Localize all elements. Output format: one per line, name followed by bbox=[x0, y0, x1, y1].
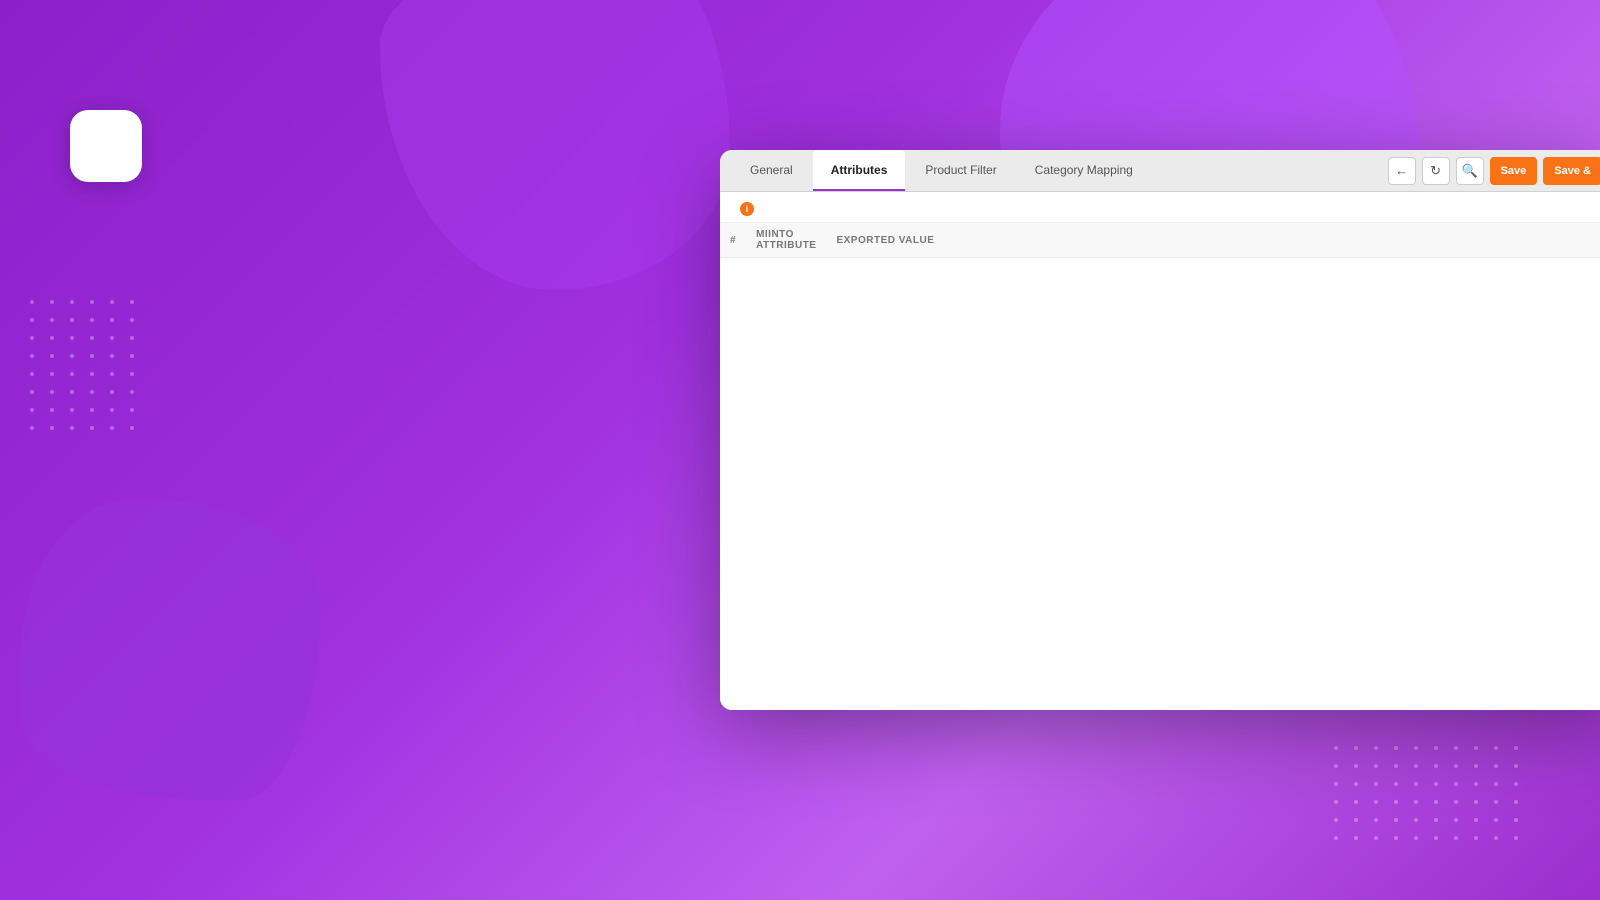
table-title: i bbox=[734, 202, 754, 216]
refresh-button[interactable]: ↻ bbox=[1422, 157, 1450, 185]
left-panel bbox=[70, 110, 610, 214]
search-button[interactable]: 🔍 bbox=[1456, 157, 1484, 185]
attribute-table: # Miinto Attribute Exported Value bbox=[720, 223, 1600, 258]
save-and-button[interactable]: Save & bbox=[1543, 157, 1600, 185]
tabs-bar: General Attributes Product Filter Catego… bbox=[720, 150, 1600, 192]
dot-grid-left: const dg = document.querySelector('.dots… bbox=[30, 300, 136, 430]
col-miinto: Miinto Attribute bbox=[746, 223, 826, 258]
blob-2 bbox=[20, 500, 320, 800]
col-num: # bbox=[720, 223, 746, 258]
dot-grid-right: const dg2 = document.querySelector('.dot… bbox=[1334, 746, 1520, 840]
logo-box bbox=[70, 110, 142, 182]
main-content: i # Miinto Attribute Exported Value bbox=[720, 192, 1600, 710]
tab-actions: ← ↻ 🔍 Save Save & bbox=[1388, 150, 1600, 191]
tab-attributes[interactable]: Attributes bbox=[813, 150, 906, 191]
info-icon: i bbox=[740, 202, 754, 216]
back-button[interactable]: ← bbox=[1388, 157, 1416, 185]
tab-general[interactable]: General bbox=[732, 150, 811, 191]
tab-product-filter[interactable]: Product Filter bbox=[907, 150, 1014, 191]
tab-category-mapping[interactable]: Category Mapping bbox=[1017, 150, 1151, 191]
browser-window: General Attributes Product Filter Catego… bbox=[720, 150, 1600, 710]
table-header: i bbox=[720, 192, 1600, 223]
col-exported: Exported Value bbox=[826, 223, 1600, 258]
table-header-row: # Miinto Attribute Exported Value bbox=[720, 223, 1600, 258]
save-button[interactable]: Save bbox=[1490, 157, 1538, 185]
